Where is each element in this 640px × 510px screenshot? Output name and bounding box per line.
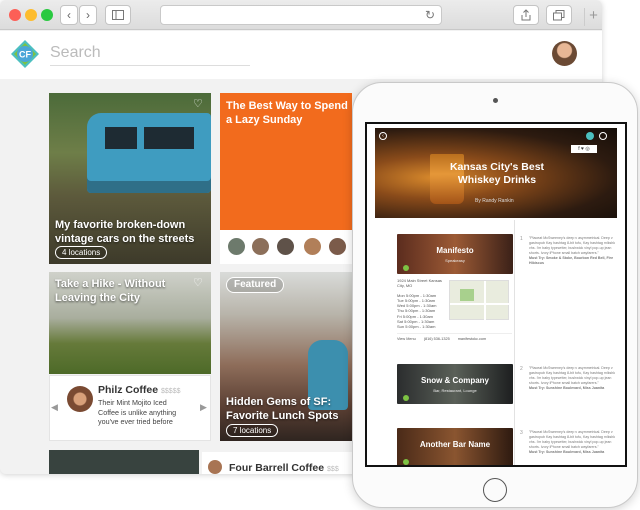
venue-address: 1924 Main Street Kansas City, MO [397, 278, 442, 289]
card-title: My favorite broken-down vintage cars on … [55, 219, 195, 245]
venue-note: "Placeat McSweeney's deep v asymmetrical… [529, 236, 616, 265]
back-icon[interactable]: ‹ [379, 132, 387, 140]
venue-number: 2 [520, 366, 523, 372]
stage: ‹ › ↻ + CF Search ♡ My favorite broken-d… [0, 0, 640, 510]
new-tab-button[interactable]: + [584, 8, 602, 26]
social-share-menu[interactable]: f ♥ ◎ [571, 145, 597, 153]
locations-pill[interactable]: 4 locations [55, 246, 108, 259]
search-input[interactable]: Search [50, 44, 250, 66]
venue-hours: Mon 5:00pm - 1:30am Tue 5:00pm - 1:30am We… [397, 292, 437, 330]
title-bar: ‹ › ↻ + [0, 0, 602, 30]
back-button[interactable]: ‹ [60, 5, 78, 25]
sidebar-icon [112, 10, 124, 20]
venue-actions: View Menu (816) 536-1325 manifestokc.com [397, 333, 512, 341]
reload-icon[interactable]: ↻ [425, 8, 435, 22]
tablet-screen: ‹ f ♥ ◎ Kansas City's Best Whiskey Drink… [365, 122, 627, 467]
hero-banner: ‹ f ♥ ◎ Kansas City's Best Whiskey Drink… [375, 128, 617, 218]
check-icon [403, 395, 409, 401]
column-divider [514, 220, 515, 465]
user-avatar[interactable] [552, 41, 577, 66]
van-image [87, 113, 211, 193]
place-thumb [275, 236, 296, 257]
price-level: $$$$$ [161, 388, 181, 395]
venue-avatar [208, 460, 222, 474]
card-title: Hidden Gems of SF: Favorite Lunch Spots [226, 396, 339, 422]
venue-type: Speakeasy [445, 258, 465, 263]
venue-number: 3 [520, 430, 523, 436]
venue-name[interactable]: Philz Coffee $$$$$ [98, 384, 180, 396]
tabs-icon [553, 9, 565, 20]
phone-link[interactable]: (816) 536-1325 [424, 337, 450, 341]
sidebar-toggle-button[interactable] [105, 5, 131, 25]
venue-name[interactable]: Four Barrell Coffee $$$ [229, 462, 339, 474]
card-title: Take a Hike - Without Leaving the City [55, 278, 166, 304]
venue-number: 1 [520, 236, 523, 242]
card-title: The Best Way to Spend a Lazy Sunday [226, 100, 348, 126]
home-button[interactable] [483, 478, 507, 502]
featured-badge: Featured [226, 277, 285, 293]
venue-name: Snow & Company [420, 376, 489, 385]
address-bar[interactable]: ↻ [160, 5, 442, 25]
view-menu-link[interactable]: View Menu [397, 337, 416, 341]
chevron-right-icon[interactable]: ▶ [200, 402, 207, 413]
collection-card-hike[interactable]: Take a Hike - Without Leaving the City ♡ [49, 272, 211, 374]
check-icon [403, 265, 409, 271]
locations-pill[interactable]: 7 locations [226, 424, 279, 437]
check-icon [403, 459, 409, 465]
camera-dot [493, 98, 498, 103]
share-button[interactable] [513, 5, 539, 25]
review-quote: Their Mint Mojito Iced Coffee is unlike … [98, 398, 177, 426]
heart-icon[interactable]: ♡ [193, 97, 203, 110]
reviewer-avatar [67, 386, 93, 412]
chevron-left-icon: ‹ [67, 8, 71, 22]
venue-card-snow[interactable]: Snow & Company Bar, Restaurant, Lounge [397, 364, 513, 404]
venue-name: Manifesto [436, 246, 474, 255]
tabs-button[interactable] [546, 5, 572, 25]
zoom-window-button[interactable] [41, 9, 53, 21]
svg-text:CF: CF [19, 50, 31, 60]
venue-strip[interactable]: Four Barrell Coffee $$$ [202, 452, 352, 474]
share-icon[interactable] [586, 132, 594, 140]
venue-card-manifesto[interactable]: Manifesto Speakeasy [397, 234, 513, 274]
venue-note: "Placeat McSweeney's deep v asymmetrical… [529, 430, 616, 454]
heart-icon[interactable] [599, 132, 607, 140]
chevron-left-icon[interactable]: ◀ [51, 402, 58, 413]
review-card[interactable]: ◀ Philz Coffee $$$$$ Their Mint Mojito I… [49, 375, 211, 441]
collection-card-sunday[interactable]: The Best Way to Spend a Lazy Sunday [220, 93, 352, 264]
collection-card-vintage[interactable]: ♡ My favorite broken-down vintage cars o… [49, 93, 211, 264]
price-level: $$$ [327, 466, 339, 473]
chevron-right-icon: › [86, 8, 90, 22]
heart-icon[interactable]: ♡ [193, 276, 203, 289]
website-link[interactable]: manifestokc.com [458, 337, 487, 341]
place-thumb [327, 236, 348, 257]
forward-button[interactable]: › [79, 5, 97, 25]
hero-byline: By Randy Rankin [475, 198, 514, 204]
close-window-button[interactable] [9, 9, 21, 21]
hero-title: Kansas City's Best Whiskey Drinks [449, 161, 545, 186]
minimize-window-button[interactable] [25, 9, 37, 21]
venue-note: "Placeat McSweeney's deep v asymmetrical… [529, 366, 616, 390]
venue-card-another[interactable]: Another Bar Name [397, 428, 513, 465]
map-thumbnail[interactable] [449, 280, 510, 321]
logo-icon[interactable]: CF [10, 39, 40, 69]
venue-name: Another Bar Name [419, 440, 491, 449]
collection-card-featured[interactable]: Featured Hidden Gems of SF: Favorite Lun… [220, 272, 352, 441]
place-thumb [226, 236, 247, 257]
place-thumb [250, 236, 271, 257]
collection-card-bottom[interactable] [49, 450, 199, 474]
place-thumb [302, 236, 323, 257]
share-icon [521, 9, 531, 21]
venue-type: Bar, Restaurant, Lounge [433, 388, 477, 393]
